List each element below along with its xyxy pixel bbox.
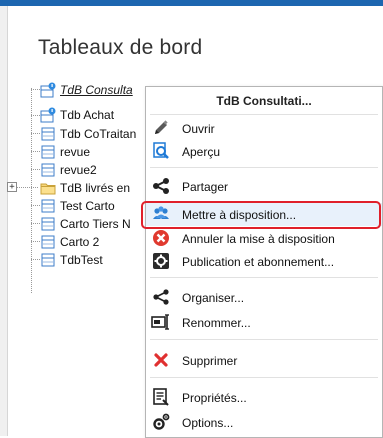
menu-item-cancel-availability[interactable]: Annuler la mise à disposition xyxy=(146,227,382,250)
tree-folder-label: TdB livrés en xyxy=(60,180,131,195)
tree-item-label: revue xyxy=(60,144,91,159)
menu-item-share[interactable]: Partager xyxy=(146,175,382,198)
menu-item-rename[interactable]: Renommer... xyxy=(146,311,382,334)
tree-connector xyxy=(31,169,40,170)
menu-item-open[interactable]: Ouvrir xyxy=(146,117,382,140)
expand-toggle[interactable]: + xyxy=(7,182,17,192)
folder-icon xyxy=(40,180,56,196)
dashboard-icon xyxy=(40,216,56,232)
tree-item[interactable]: Carto Tiers N xyxy=(40,215,131,232)
share-icon xyxy=(151,176,171,196)
cancel-icon xyxy=(151,228,171,248)
menu-item-label: Propriétés... xyxy=(182,390,247,405)
dashboard-icon xyxy=(40,252,56,268)
tree-item-label: Test Carto xyxy=(60,198,115,213)
top-accent-bar xyxy=(0,0,383,6)
menu-item-label: Options... xyxy=(182,415,234,430)
menu-item-label: Mettre à disposition... xyxy=(182,207,297,222)
tree-item[interactable]: TdB Consulta xyxy=(40,81,133,98)
rename-icon xyxy=(151,312,171,332)
tree-item[interactable]: Tdb Achat xyxy=(40,106,114,123)
menu-item-label: Organiser... xyxy=(182,290,245,305)
organize-icon xyxy=(151,287,171,307)
menu-separator xyxy=(150,114,378,115)
tree-connector xyxy=(31,205,40,206)
tree-item[interactable]: Tdb CoTraitan xyxy=(40,125,136,142)
menu-item-make-available[interactable]: Mettre à disposition... xyxy=(146,203,382,226)
menu-item-delete[interactable]: Supprimer xyxy=(146,349,382,372)
dashboard-icon xyxy=(40,198,56,214)
menu-item-label: Partager xyxy=(182,179,229,194)
tree-connector xyxy=(31,115,40,116)
gear-icon xyxy=(151,251,171,271)
tree-item-label: TdB Consulta xyxy=(60,82,133,97)
menu-item-organize[interactable]: Organiser... xyxy=(146,286,382,309)
pencil-icon xyxy=(151,118,171,138)
tree-item[interactable]: Test Carto xyxy=(40,197,115,214)
tree-item[interactable]: Carto 2 xyxy=(40,233,99,250)
menu-item-publication[interactable]: Publication et abonnement... xyxy=(146,250,382,273)
tree-item[interactable]: revue2 xyxy=(40,161,97,178)
shared-dashboard-icon xyxy=(40,82,56,98)
dashboard-icon xyxy=(40,126,56,142)
delete-icon xyxy=(151,350,171,370)
dashboard-icon xyxy=(40,144,56,160)
tree-item-label: TdbTest xyxy=(60,252,103,267)
tree-item-label: Carto Tiers N xyxy=(60,216,131,231)
users-icon xyxy=(151,204,171,224)
tree-folder[interactable]: TdB livrés en xyxy=(40,179,130,196)
tree-connector xyxy=(31,259,40,260)
menu-item-label: Renommer... xyxy=(182,315,251,330)
menu-item-label: Supprimer xyxy=(182,353,238,368)
tree-connector xyxy=(31,133,40,134)
context-menu: TdB Consultati... Ouvrir Aperçu Partager… xyxy=(145,86,383,438)
tree-connector xyxy=(31,89,40,90)
options-icon xyxy=(151,412,171,432)
context-menu-header: TdB Consultati... xyxy=(216,93,312,108)
tree-connector xyxy=(31,241,40,242)
tree-item[interactable]: TdbTest xyxy=(40,251,103,268)
tree-item-label: Carto 2 xyxy=(60,234,100,249)
menu-separator xyxy=(150,167,378,168)
menu-item-label: Aperçu xyxy=(182,144,221,159)
menu-item-preview[interactable]: Aperçu xyxy=(146,140,382,163)
menu-item-properties[interactable]: Propriétés... xyxy=(146,386,382,409)
shared-dashboard-icon xyxy=(40,107,56,123)
menu-item-label: Publication et abonnement... xyxy=(182,254,335,269)
tree-connector xyxy=(31,151,40,152)
tree-connector xyxy=(31,88,32,293)
menu-item-options[interactable]: Options... xyxy=(146,411,382,434)
properties-icon xyxy=(151,387,171,407)
menu-separator xyxy=(150,277,378,278)
preview-icon xyxy=(151,141,171,161)
page-title: Tableaux de bord xyxy=(38,36,203,59)
tree-item-label: revue2 xyxy=(60,162,97,177)
dashboard-icon xyxy=(40,162,56,178)
menu-item-label: Ouvrir xyxy=(182,121,215,136)
tree-item-label: Tdb CoTraitan xyxy=(60,126,137,141)
menu-separator xyxy=(150,339,378,340)
menu-item-label: Annuler la mise à disposition xyxy=(182,231,335,246)
dashboard-icon xyxy=(40,234,56,250)
tree-item-label: Tdb Achat xyxy=(60,107,115,122)
tree-connector xyxy=(31,223,40,224)
menu-separator xyxy=(150,377,378,378)
tree-item[interactable]: revue xyxy=(40,143,90,160)
